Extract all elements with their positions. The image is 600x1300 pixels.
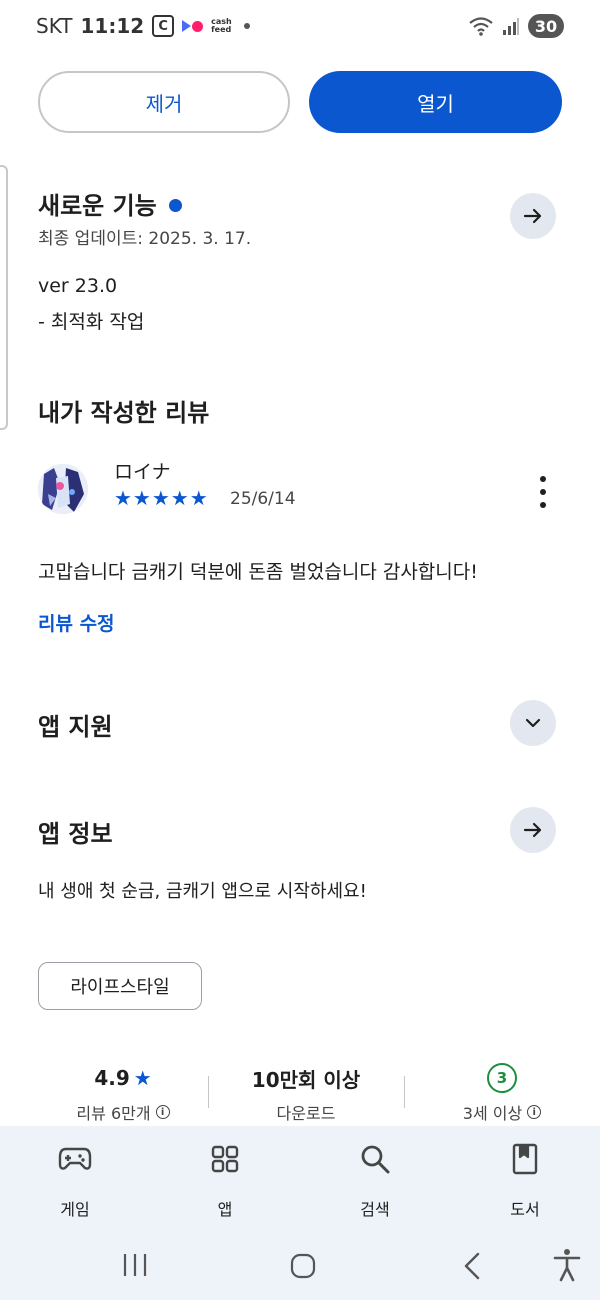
review-date: 25/6/14 [230, 489, 296, 509]
version-label: ver 23.0 [38, 275, 118, 297]
rating-value: 4.9 [94, 1066, 130, 1090]
info-icon: i [155, 1105, 170, 1119]
app-info-arrow-button[interactable] [510, 807, 556, 853]
info-icon: i [527, 1105, 542, 1119]
carrier-label: SKT [36, 14, 73, 38]
home-icon[interactable] [289, 1252, 317, 1280]
nav-games-label: 게임 [60, 1200, 90, 1219]
downloads-label: 다운로드 [276, 1104, 336, 1123]
release-notes: - 최적화 작업 [38, 311, 145, 333]
review-count-label: 리뷰 6만개 [76, 1104, 151, 1123]
battery-indicator: 30 [528, 14, 564, 38]
avatar [38, 464, 88, 514]
app-support-expand-button[interactable] [510, 700, 556, 746]
age-rating-badge-icon: 3 [487, 1063, 517, 1093]
open-button[interactable]: 열기 [309, 71, 562, 133]
last-updated-date: 최종 업데이트: 2025. 3. 17. [38, 229, 252, 249]
system-navigation-bar [0, 1231, 600, 1300]
age-rating-stat-bottom: 3세 이상 i [402, 1100, 600, 1124]
status-left: SKT 11:12 C cash feed [36, 14, 250, 38]
recent-apps-icon[interactable] [120, 1252, 150, 1278]
wifi-icon [469, 17, 493, 36]
notification-c-icon: C [152, 15, 175, 37]
age-rating-stat-top: 3 [402, 1062, 600, 1094]
rating-star-icon: ★ [133, 1066, 152, 1090]
bottom-navigation: 게임 앱 검색 도서 [0, 1126, 600, 1231]
arrow-right-icon [523, 822, 542, 838]
accessibility-icon[interactable] [552, 1248, 582, 1282]
nav-apps-label: 앱 [217, 1200, 233, 1219]
nav-games[interactable]: 게임 [15, 1142, 135, 1220]
nav-books[interactable]: 도서 [465, 1142, 585, 1220]
edge-panel-handle[interactable] [0, 165, 8, 430]
nav-books-label: 도서 [510, 1200, 540, 1219]
downloads-value: 10만회 이상 [251, 1067, 361, 1092]
apps-grid-icon [211, 1145, 239, 1173]
search-icon [361, 1145, 390, 1174]
review-body: 고맙습니다 금캐기 덕분에 돈좀 벌었습니다 감사합니다! [38, 561, 478, 583]
category-chip[interactable]: 라이프스타일 [38, 962, 202, 1010]
arrow-right-icon [523, 208, 542, 224]
gamepad-icon [58, 1147, 92, 1170]
more-notifications-dot-icon [243, 23, 250, 29]
review-more-options-button[interactable] [532, 476, 554, 508]
nav-search-label: 검색 [360, 1200, 390, 1219]
whats-new-arrow-button[interactable] [510, 193, 556, 239]
book-icon [512, 1143, 538, 1175]
media-app-icon [182, 20, 204, 32]
review-star-rating: ★★★★★ [114, 486, 209, 510]
app-info-title: 앱 정보 [38, 820, 113, 848]
clock: 11:12 [80, 14, 145, 38]
kebab-dot [540, 489, 546, 495]
uninstall-button[interactable]: 제거 [38, 71, 290, 133]
status-right: 30 [468, 14, 564, 38]
downloads-stat: 10만회 이상 다운로드 [206, 1062, 406, 1124]
status-bar: SKT 11:12 C cash feed 30 [0, 0, 600, 56]
cashfeed-icon: cash feed [211, 17, 232, 34]
my-review-title: 내가 작성한 리뷰 [38, 399, 210, 427]
age-rating-label: 3세 이상 [462, 1104, 523, 1123]
nav-apps[interactable]: 앱 [165, 1142, 285, 1220]
app-description: 내 생애 첫 순금, 금캐기 앱으로 시작하세요! [38, 881, 367, 902]
whats-new-heading: 새로운 기능 [38, 186, 182, 221]
signal-icon [503, 18, 519, 35]
rating-stat[interactable]: 4.9 ★ 리뷰 6만개 i [23, 1062, 223, 1124]
chevron-down-icon [525, 718, 541, 728]
rating-stat-bottom: 리뷰 6만개 i [23, 1100, 223, 1124]
rating-stat-top: 4.9 ★ [23, 1062, 223, 1094]
age-rating-stat[interactable]: 3 3세 이상 i [402, 1062, 600, 1124]
app-support-title[interactable]: 앱 지원 [38, 707, 113, 742]
edit-review-link[interactable]: 리뷰 수정 [38, 609, 115, 636]
nav-search[interactable]: 검색 [315, 1142, 435, 1220]
kebab-dot [540, 476, 546, 482]
new-indicator-dot [168, 198, 182, 212]
kebab-dot [540, 502, 546, 508]
reviewer-name: ロイナ [114, 461, 171, 483]
back-icon[interactable] [460, 1251, 484, 1281]
whats-new-title: 새로운 기능 [38, 192, 157, 220]
